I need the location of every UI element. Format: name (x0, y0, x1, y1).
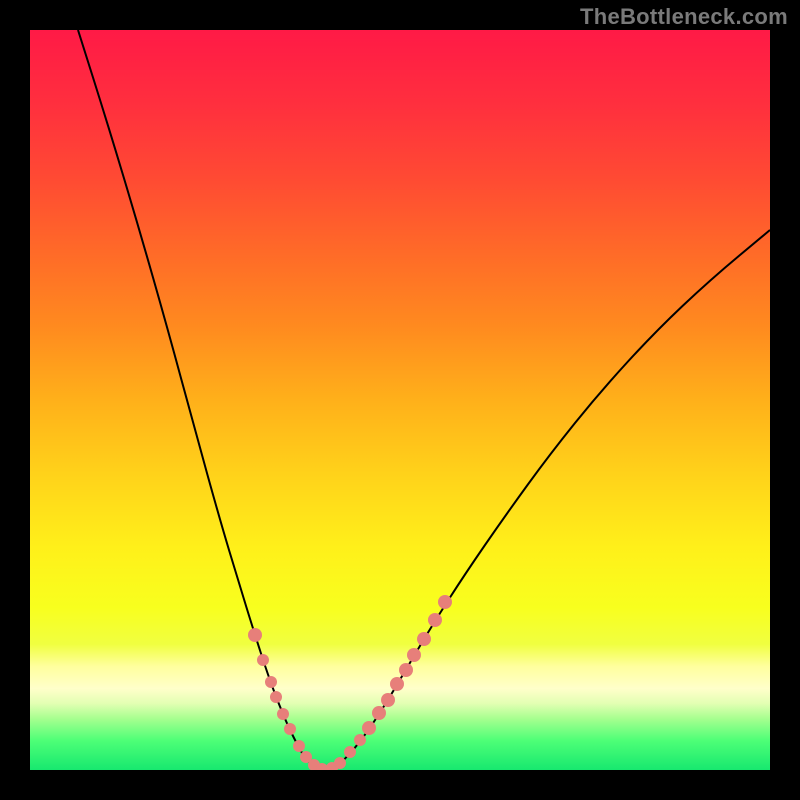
highlight-marker (381, 693, 395, 707)
highlight-marker (270, 691, 282, 703)
highlight-marker (428, 613, 442, 627)
curve-layer (30, 30, 770, 770)
highlight-marker (417, 632, 431, 646)
highlight-marker (265, 676, 277, 688)
highlight-marker (248, 628, 262, 642)
highlight-marker (344, 746, 356, 758)
highlight-marker (362, 721, 376, 735)
plot-area (30, 30, 770, 770)
highlight-markers-right (326, 595, 452, 770)
highlight-marker (372, 706, 386, 720)
bottleneck-curve-left (78, 30, 325, 770)
highlight-marker (334, 757, 346, 769)
bottleneck-curve-right (325, 230, 770, 770)
highlight-marker (390, 677, 404, 691)
highlight-marker (284, 723, 296, 735)
highlight-marker (399, 663, 413, 677)
highlight-marker (407, 648, 421, 662)
chart-container: TheBottleneck.com (0, 0, 800, 800)
highlight-marker (354, 734, 366, 746)
highlight-marker (438, 595, 452, 609)
highlight-marker (293, 740, 305, 752)
highlight-marker (277, 708, 289, 720)
highlight-marker (257, 654, 269, 666)
watermark-text: TheBottleneck.com (580, 4, 788, 30)
